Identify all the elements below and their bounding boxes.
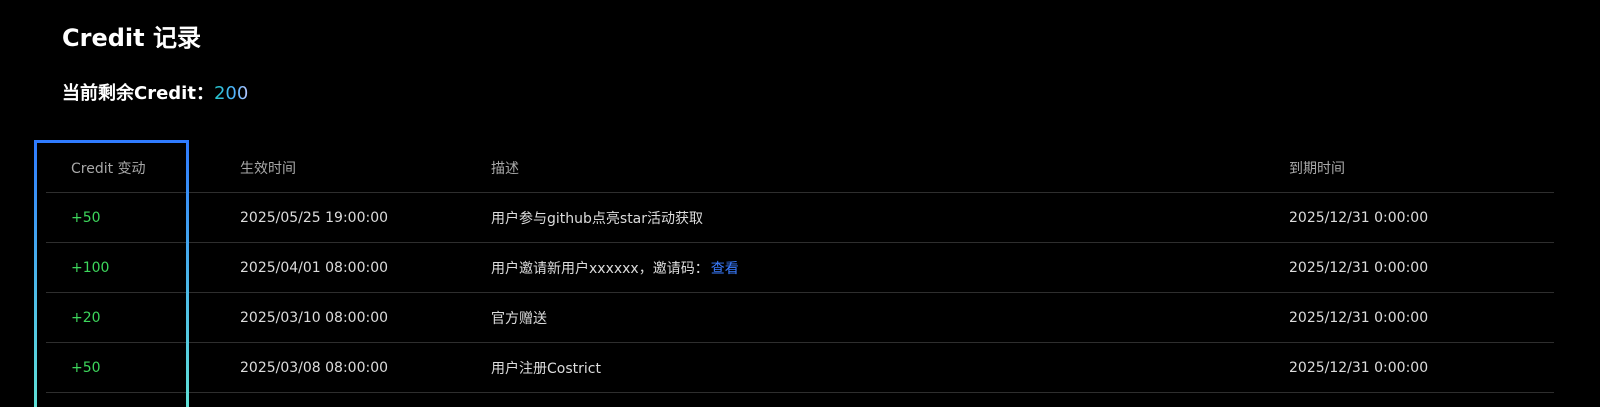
description-text: 用户注册Costrict: [491, 361, 601, 377]
expire-time: 2025/12/31 0:00:00: [1289, 210, 1429, 226]
credit-table: Credit 变动 生效时间 描述 到期时间 +50 2025/05/25 19…: [46, 143, 1554, 393]
balance-value: 200: [213, 83, 249, 104]
description: 官方赠送: [491, 293, 547, 343]
credit-change: +20: [71, 310, 101, 326]
description-text: 官方赠送: [491, 311, 547, 327]
description: 用户注册Costrict: [491, 343, 601, 393]
credit-balance: 当前剩余Credit：200: [62, 82, 248, 106]
header-expire-time: 到期时间: [1289, 161, 1345, 177]
effective-time: 2025/04/01 08:00:00: [240, 260, 389, 276]
view-invite-code-link[interactable]: 查看: [711, 258, 739, 278]
effective-time: 2025/05/25 19:00:00: [240, 210, 389, 226]
credit-change: +50: [71, 210, 101, 226]
effective-time: 2025/03/10 08:00:00: [240, 310, 389, 326]
effective-time: 2025/03/08 08:00:00: [240, 360, 389, 376]
credit-change: +100: [71, 260, 110, 276]
table-row: +50 2025/03/08 08:00:00 用户注册Costrict 202…: [46, 343, 1554, 393]
table-row: +20 2025/03/10 08:00:00 官方赠送 2025/12/31 …: [46, 293, 1554, 343]
credit-records-page: Credit 记录 当前剩余Credit：200 Credit 变动 生效时间 …: [0, 0, 1600, 407]
balance-label: 当前剩余Credit：: [62, 83, 214, 104]
header-description: 描述: [491, 161, 519, 177]
header-effective-time: 生效时间: [240, 161, 296, 177]
page-title: Credit 记录: [62, 24, 201, 52]
table-row: +50 2025/05/25 19:00:00 用户参与github点亮star…: [46, 193, 1554, 243]
description-text: 用户参与github点亮star活动获取: [491, 211, 704, 227]
table-row: +100 2025/04/01 08:00:00 用户邀请新用户xxxxxx，邀…: [46, 243, 1554, 293]
expire-time: 2025/12/31 0:00:00: [1289, 310, 1429, 326]
description-text: 用户邀请新用户xxxxxx，邀请码：: [491, 261, 709, 277]
expire-time: 2025/12/31 0:00:00: [1289, 360, 1429, 376]
description: 用户参与github点亮star活动获取: [491, 193, 703, 243]
header-credit-change: Credit 变动: [71, 161, 146, 177]
expire-time: 2025/12/31 0:00:00: [1289, 260, 1429, 276]
table-header: Credit 变动 生效时间 描述 到期时间: [46, 143, 1554, 193]
credit-change: +50: [71, 360, 101, 376]
description: 用户邀请新用户xxxxxx，邀请码： 查看: [491, 243, 739, 293]
